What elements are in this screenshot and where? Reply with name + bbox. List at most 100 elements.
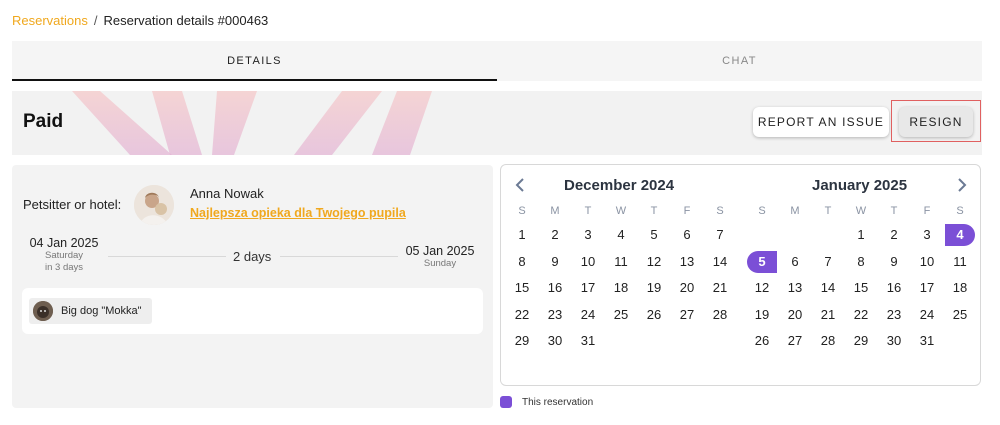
calendar-day[interactable]: 21 [705,277,735,299]
start-weekday: Saturday [44,250,84,261]
calendar-day[interactable]: 8 [507,251,537,273]
calendar-day-selected[interactable]: 4 [945,224,975,246]
calendar-day[interactable]: 16 [879,277,909,299]
breadcrumb-current: Reservation details #000463 [103,13,269,28]
calendar-day[interactable]: 3 [912,224,942,246]
calendar-day[interactable]: 22 [507,304,537,326]
tab-details[interactable]: DETAILS [12,41,497,81]
calendar-day[interactable]: 29 [846,330,876,352]
calendar: December 2024 January 2025 SMTWTFS123456… [500,164,981,386]
next-month-button[interactable] [953,177,969,193]
calendar-day[interactable]: 16 [540,277,570,299]
duration-line-right [280,256,398,257]
calendar-day[interactable]: 27 [780,330,810,352]
tab-bar: DETAILS CHAT [12,41,982,81]
calendar-day[interactable]: 17 [912,277,942,299]
calendar-day-selected[interactable]: 5 [747,250,777,273]
sitter-label: Petsitter or hotel: [23,197,122,212]
calendar-day[interactable]: 10 [912,251,942,273]
weekday-header: T [584,205,592,217]
calendar-day[interactable]: 28 [705,304,735,326]
weekday-header: W [615,205,627,217]
calendar-day[interactable]: 14 [813,277,843,299]
calendar-day[interactable]: 25 [945,304,975,326]
calendar-legend: This reservation [500,396,593,408]
end-date: 05 Jan 2025 [405,244,475,258]
start-date: 04 Jan 2025 [29,236,99,250]
legend-label: This reservation [522,396,594,408]
calendar-day[interactable]: 8 [846,251,876,273]
calendar-day[interactable]: 31 [573,330,603,352]
calendar-day[interactable]: 20 [672,277,702,299]
calendar-day[interactable]: 26 [639,304,669,326]
calendar-day[interactable]: 18 [606,277,636,299]
calendar-day[interactable]: 18 [945,277,975,299]
calendar-day[interactable]: 15 [846,277,876,299]
calendar-day[interactable]: 27 [672,304,702,326]
reservation-info-card: Petsitter or hotel: Anna Nowak Najlepsza… [12,165,493,408]
calendar-day[interactable]: 4 [606,224,636,246]
weekday-header: M [550,205,560,217]
pet-name: Big dog "Mokka" [61,305,142,317]
calendar-day[interactable]: 28 [813,330,843,352]
calendar-day[interactable]: 10 [573,251,603,273]
calendar-day[interactable]: 12 [639,251,669,273]
start-relative: in 3 days [44,262,84,273]
calendar-day[interactable]: 23 [879,304,909,326]
calendar-day[interactable]: 9 [540,251,570,273]
weekday-header: T [890,205,898,217]
calendar-day[interactable]: 2 [879,224,909,246]
pets-box: Big dog "Mokka" [22,288,483,334]
calendar-day[interactable]: 11 [606,251,636,273]
sitter-profile-link[interactable]: Najlepsza opieka dla Twojego pupila [190,206,406,220]
calendar-day[interactable]: 19 [639,277,669,299]
calendar-day[interactable]: 2 [540,224,570,246]
calendar-day[interactable]: 17 [573,277,603,299]
sitter-name: Anna Nowak [190,186,264,201]
calendar-month-title: January 2025 [812,177,908,194]
calendar-day[interactable]: 7 [813,251,843,273]
calendar-day[interactable]: 30 [540,330,570,352]
resign-button[interactable]: RESIGN [899,107,973,137]
calendar-day[interactable]: 3 [573,224,603,246]
weekday-header: M [790,205,800,217]
calendar-day[interactable]: 13 [780,277,810,299]
reservation-status-title: Paid [23,111,64,132]
calendar-day[interactable]: 11 [945,251,975,273]
calendar-day[interactable]: 1 [507,224,537,246]
prev-month-button[interactable] [513,177,529,193]
calendar-day[interactable]: 6 [780,251,810,273]
calendar-day[interactable]: 25 [606,304,636,326]
calendar-day[interactable]: 24 [912,304,942,326]
weekday-header: S [956,205,964,217]
calendar-day[interactable]: 5 [639,224,669,246]
calendar-day[interactable]: 15 [507,277,537,299]
calendar-day[interactable]: 31 [912,330,942,352]
calendar-day[interactable]: 12 [747,277,777,299]
calendar-day[interactable]: 6 [672,224,702,246]
calendar-day[interactable]: 1 [846,224,876,246]
sitter-avatar[interactable] [134,185,174,225]
pet-chip[interactable]: Big dog "Mokka" [29,298,152,324]
calendar-day[interactable]: 13 [672,251,702,273]
calendar-day[interactable]: 21 [813,304,843,326]
end-date-block: 05 Jan 2025 Sunday [400,244,480,270]
calendar-day[interactable]: 14 [705,251,735,273]
calendar-day[interactable]: 24 [573,304,603,326]
breadcrumb-link-reservations[interactable]: Reservations [12,12,88,30]
weekday-header: S [716,205,724,217]
calendar-day[interactable]: 30 [879,330,909,352]
calendar-day[interactable]: 26 [747,330,777,352]
calendar-month-title: December 2024 [564,177,675,194]
weekday-header: F [923,205,931,217]
report-issue-button[interactable]: REPORT AN ISSUE [753,107,889,137]
calendar-day[interactable]: 23 [540,304,570,326]
breadcrumb: Reservations / Reservation details #0004… [12,12,268,30]
calendar-day[interactable]: 9 [879,251,909,273]
calendar-day[interactable]: 29 [507,330,537,352]
calendar-day[interactable]: 19 [747,304,777,326]
calendar-day[interactable]: 22 [846,304,876,326]
calendar-day[interactable]: 20 [780,304,810,326]
calendar-day[interactable]: 7 [705,224,735,246]
tab-chat[interactable]: CHAT [497,41,982,81]
